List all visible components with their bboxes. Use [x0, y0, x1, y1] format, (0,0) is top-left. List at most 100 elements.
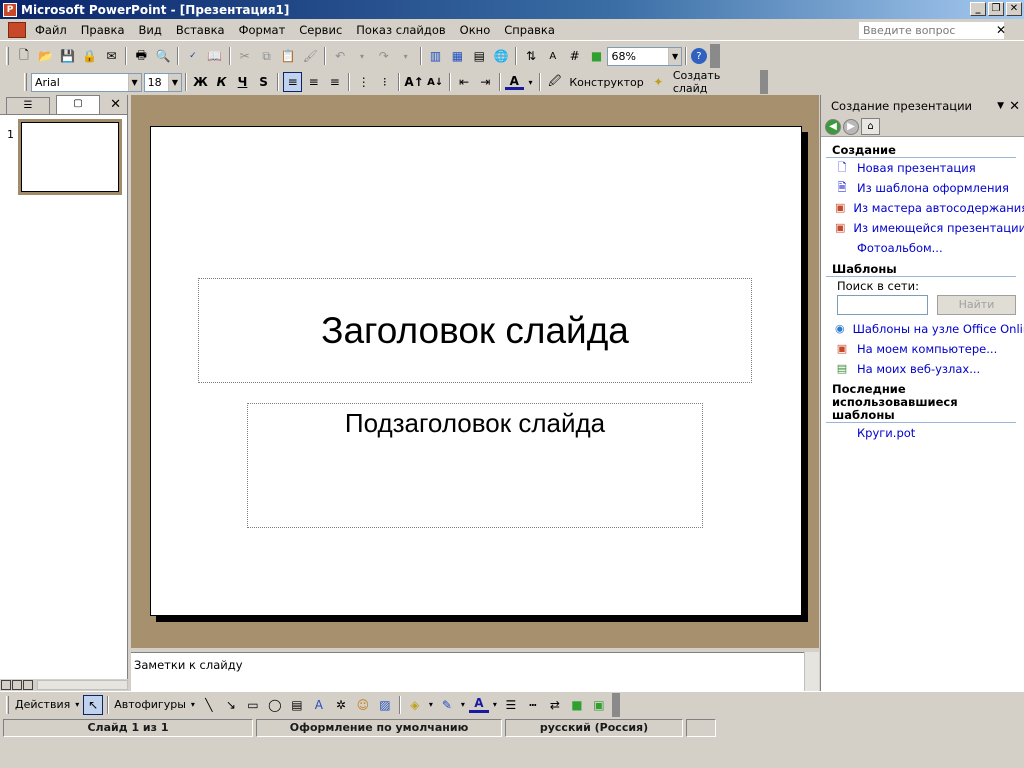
chevron-down-icon[interactable]: ▾	[73, 695, 81, 715]
decrease-indent-icon[interactable]: ⇤	[455, 72, 474, 92]
tab-outline[interactable]: ☰	[6, 97, 50, 114]
menu-view[interactable]: Вид	[132, 23, 169, 37]
status-design[interactable]: Оформление по умолчанию	[256, 719, 502, 737]
picture-icon[interactable]: ▨	[375, 695, 395, 715]
wordart-icon[interactable]: A	[309, 695, 329, 715]
email-icon[interactable]: ✉	[101, 46, 121, 66]
link-my-web-sites[interactable]: ▤ На моих веб-узлах...	[821, 359, 1024, 379]
back-icon[interactable]: ◀	[825, 118, 841, 135]
undo-dropdown-icon[interactable]: ▾	[352, 46, 372, 66]
format-painter-icon[interactable]: 🖌	[300, 46, 320, 66]
3d-style-icon[interactable]: ▣	[589, 695, 609, 715]
underline-button[interactable]: Ч	[233, 72, 252, 92]
undo-icon[interactable]: ↶	[330, 46, 350, 66]
decrease-font-icon[interactable]: A↓	[426, 72, 445, 92]
link-new-presentation[interactable]: 🗋 Новая презентация	[821, 158, 1024, 178]
new-slide-button[interactable]: Создать слайд	[673, 69, 754, 95]
color-grayscale-icon[interactable]: ■	[587, 46, 607, 66]
home-icon[interactable]: ⌂	[861, 118, 880, 135]
notes-scrollbar[interactable]	[804, 652, 819, 691]
designer-button[interactable]: Конструктор	[569, 76, 643, 89]
font-size-select[interactable]: 18 ▼	[143, 72, 182, 92]
insert-table-icon[interactable]: ▦	[447, 46, 467, 66]
print-icon[interactable]: 🖶	[131, 46, 151, 66]
print-preview-icon[interactable]: 🔍	[153, 46, 173, 66]
clipart-icon[interactable]: ☺	[353, 695, 373, 715]
font-color-icon[interactable]: A	[504, 74, 524, 90]
powerpoint-app-icon[interactable]: P	[3, 2, 17, 17]
forward-icon[interactable]: ▶	[843, 118, 859, 135]
search-button[interactable]: Найти	[937, 295, 1016, 315]
toolbar-options-icon[interactable]	[611, 692, 620, 717]
autoshapes-menu[interactable]: Автофигуры	[114, 698, 186, 711]
chevron-down-icon[interactable]: ▼	[127, 73, 141, 91]
menu-edit[interactable]: Правка	[74, 23, 132, 37]
title-placeholder[interactable]: Заголовок слайда	[198, 278, 752, 383]
close-icon[interactable]: ✕	[110, 97, 121, 112]
line-icon[interactable]: ╲	[199, 695, 219, 715]
show-grid-icon[interactable]: #	[565, 46, 585, 66]
chevron-down-icon[interactable]: ▾	[491, 695, 499, 715]
horizontal-scrollbar[interactable]	[37, 680, 128, 690]
chevron-down-icon[interactable]: ▼	[668, 47, 682, 65]
increase-font-icon[interactable]: A↑	[404, 72, 423, 92]
menu-help[interactable]: Справка	[497, 23, 562, 37]
toolbar-grip[interactable]	[6, 47, 9, 65]
toolbar-options-icon[interactable]	[709, 44, 720, 68]
menu-slide-show[interactable]: Показ слайдов	[349, 23, 452, 37]
normal-view-icon[interactable]	[1, 680, 11, 690]
chevron-down-icon[interactable]: ▼	[167, 73, 181, 91]
textbox-icon[interactable]: ▤	[287, 695, 307, 715]
increase-indent-icon[interactable]: ⇥	[476, 72, 495, 92]
line-style-icon[interactable]: ☰	[501, 695, 521, 715]
ask-question-input[interactable]: Введите вопрос	[859, 22, 1004, 39]
close-document-button[interactable]: ✕	[996, 23, 1006, 37]
chevron-down-icon[interactable]: ▾	[189, 695, 197, 715]
link-photo-album[interactable]: Фотоальбом...	[821, 238, 1024, 258]
minimize-button[interactable]: _	[970, 2, 986, 16]
subtitle-placeholder[interactable]: Подзаголовок слайда	[247, 403, 703, 528]
toolbar-options-icon[interactable]	[760, 70, 768, 94]
menu-tools[interactable]: Сервис	[292, 23, 349, 37]
paste-icon[interactable]: 📋	[278, 46, 298, 66]
slide-sorter-icon[interactable]	[12, 680, 22, 690]
tab-slides[interactable]: ▢	[56, 95, 100, 114]
close-icon[interactable]: ✕	[1009, 99, 1020, 114]
font-color-icon[interactable]: A	[468, 696, 489, 713]
chevron-down-icon[interactable]: ▾	[459, 695, 467, 715]
insert-chart-icon[interactable]: ▥	[426, 46, 446, 66]
link-office-online[interactable]: ◉ Шаблоны на узле Office Online	[821, 319, 1024, 339]
show-formatting-icon[interactable]: A	[543, 46, 563, 66]
link-on-my-computer[interactable]: ▣ На моем компьютере...	[821, 339, 1024, 359]
actions-menu[interactable]: Действия	[15, 698, 70, 711]
chevron-down-icon[interactable]: ▼	[997, 101, 1004, 111]
expand-all-icon[interactable]: ⇅	[521, 46, 541, 66]
bold-button[interactable]: Ж	[191, 72, 210, 92]
slide-show-icon[interactable]	[23, 680, 33, 690]
copy-icon[interactable]: ⧉	[257, 46, 277, 66]
slide-thumbnail[interactable]	[18, 119, 122, 195]
menu-insert[interactable]: Вставка	[169, 23, 232, 37]
new-slide-icon[interactable]: ✦	[649, 72, 668, 92]
rectangle-icon[interactable]: ▭	[243, 695, 263, 715]
shadow-button[interactable]: S	[254, 72, 273, 92]
arrow-icon[interactable]: ↘	[221, 695, 241, 715]
permission-icon[interactable]: 🔒	[80, 46, 100, 66]
tables-borders-icon[interactable]: ▤	[469, 46, 489, 66]
oval-icon[interactable]: ◯	[265, 695, 285, 715]
fill-color-icon[interactable]: ◈	[405, 695, 425, 715]
restore-button[interactable]: ❐	[988, 2, 1004, 16]
menu-file[interactable]: Файл	[28, 23, 74, 37]
notes-pane[interactable]: Заметки к слайду	[131, 652, 819, 691]
select-pointer-icon[interactable]: ↖	[83, 694, 104, 715]
insert-hyperlink-icon[interactable]: 🌐	[491, 46, 511, 66]
line-color-icon[interactable]: ✎	[437, 695, 457, 715]
cut-icon[interactable]: ✂	[235, 46, 255, 66]
font-select[interactable]: Arial ▼	[30, 72, 142, 92]
numbering-icon[interactable]: ⋮	[354, 72, 373, 92]
toolbar-grip[interactable]	[24, 73, 27, 91]
save-icon[interactable]: 💾	[58, 46, 78, 66]
close-window-button[interactable]: ✕	[1006, 2, 1022, 16]
redo-dropdown-icon[interactable]: ▾	[396, 46, 416, 66]
open-icon[interactable]: 📂	[36, 46, 56, 66]
